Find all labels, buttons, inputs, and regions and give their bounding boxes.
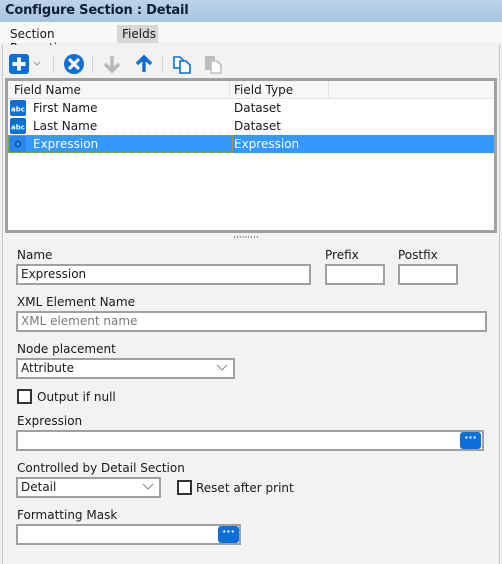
abc-text-icon: abc	[10, 118, 26, 134]
field-type-cell: Expression	[234, 137, 300, 151]
remove-field-button[interactable]	[63, 53, 85, 75]
arrow-up-icon	[135, 54, 153, 72]
formatting-mask-ellipsis-button[interactable]: ···	[218, 526, 239, 543]
node-placement-value: Attribute	[21, 361, 74, 375]
column-header-field-name[interactable]: Field Name	[14, 83, 81, 97]
prefix-input[interactable]	[325, 264, 385, 285]
column-divider[interactable]	[328, 81, 329, 99]
formatting-mask-label: Formatting Mask	[17, 508, 118, 522]
postfix-label: Postfix	[398, 248, 438, 262]
svg-text:abc: abc	[11, 106, 25, 114]
window-title: Configure Section : Detail	[0, 0, 502, 22]
output-if-null-checkbox[interactable]	[17, 389, 32, 404]
node-placement-select[interactable]: Attribute	[16, 358, 235, 379]
paste-button[interactable]	[202, 53, 224, 75]
toolbar-separator	[92, 56, 93, 73]
prefix-label: Prefix	[325, 248, 359, 262]
tab-fields[interactable]: Fields	[117, 25, 158, 43]
add-field-button[interactable]	[8, 53, 30, 75]
chevron-down-icon	[33, 61, 41, 66]
table-row[interactable]: abc Last Name Dataset	[8, 117, 494, 135]
grid-header: Field Name Field Type	[8, 81, 494, 99]
expression-ellipsis-button[interactable]: ···	[460, 432, 481, 449]
field-type-cell: Dataset	[234, 101, 281, 115]
name-input[interactable]: Expression	[16, 264, 311, 285]
table-row-selected[interactable]: Expression Expression	[8, 135, 494, 153]
copy-button[interactable]	[171, 53, 193, 75]
name-label: Name	[17, 248, 53, 262]
tab-strip: Section Properties Fields	[0, 22, 502, 55]
svg-text:abc: abc	[11, 124, 25, 132]
chevron-down-icon	[216, 364, 228, 371]
controlled-by-select[interactable]: Detail	[16, 477, 161, 498]
toolbar-separator	[53, 56, 54, 73]
copy-icon	[173, 56, 191, 74]
reset-after-print-label: Reset after print	[196, 481, 294, 495]
paste-icon	[205, 56, 222, 74]
tab-section-properties[interactable]: Section Properties	[5, 25, 117, 55]
controlled-by-label: Controlled by Detail Section	[17, 461, 185, 475]
move-down-button[interactable]	[101, 53, 123, 75]
column-divider[interactable]	[229, 81, 230, 99]
table-row[interactable]: abc First Name Dataset	[8, 99, 494, 117]
abc-text-icon: abc	[10, 100, 26, 116]
add-dropdown-button[interactable]	[30, 53, 44, 75]
output-if-null-label: Output if null	[37, 390, 116, 404]
formatting-mask-input[interactable]	[16, 524, 241, 545]
splitter-grip[interactable]: ‧‧‧‧‧‧‧‧‧	[233, 234, 259, 243]
chevron-down-icon	[142, 483, 154, 490]
postfix-input[interactable]	[398, 264, 458, 285]
field-name-cell: Expression	[33, 137, 99, 151]
controlled-by-value: Detail	[21, 480, 57, 494]
reset-after-print-checkbox[interactable]	[177, 480, 192, 495]
expression-input[interactable]	[16, 430, 484, 451]
field-type-cell: Dataset	[234, 119, 281, 133]
node-placement-label: Node placement	[17, 342, 116, 356]
expression-label: Expression	[17, 414, 83, 428]
field-name-cell: Last Name	[33, 119, 98, 133]
field-name-cell: First Name	[33, 101, 98, 115]
xml-element-name-label: XML Element Name	[17, 295, 135, 309]
arrow-down-icon	[103, 56, 121, 74]
expression-icon	[10, 136, 26, 152]
xml-element-name-input[interactable]: XML element name	[16, 311, 487, 332]
move-up-button[interactable]	[133, 53, 155, 75]
close-circle-icon	[64, 54, 84, 74]
column-header-field-type[interactable]: Field Type	[234, 83, 293, 97]
fields-grid[interactable]: Field Name Field Type abc First Name Dat…	[5, 78, 497, 233]
plus-icon	[9, 54, 29, 74]
toolbar-separator	[162, 56, 163, 73]
